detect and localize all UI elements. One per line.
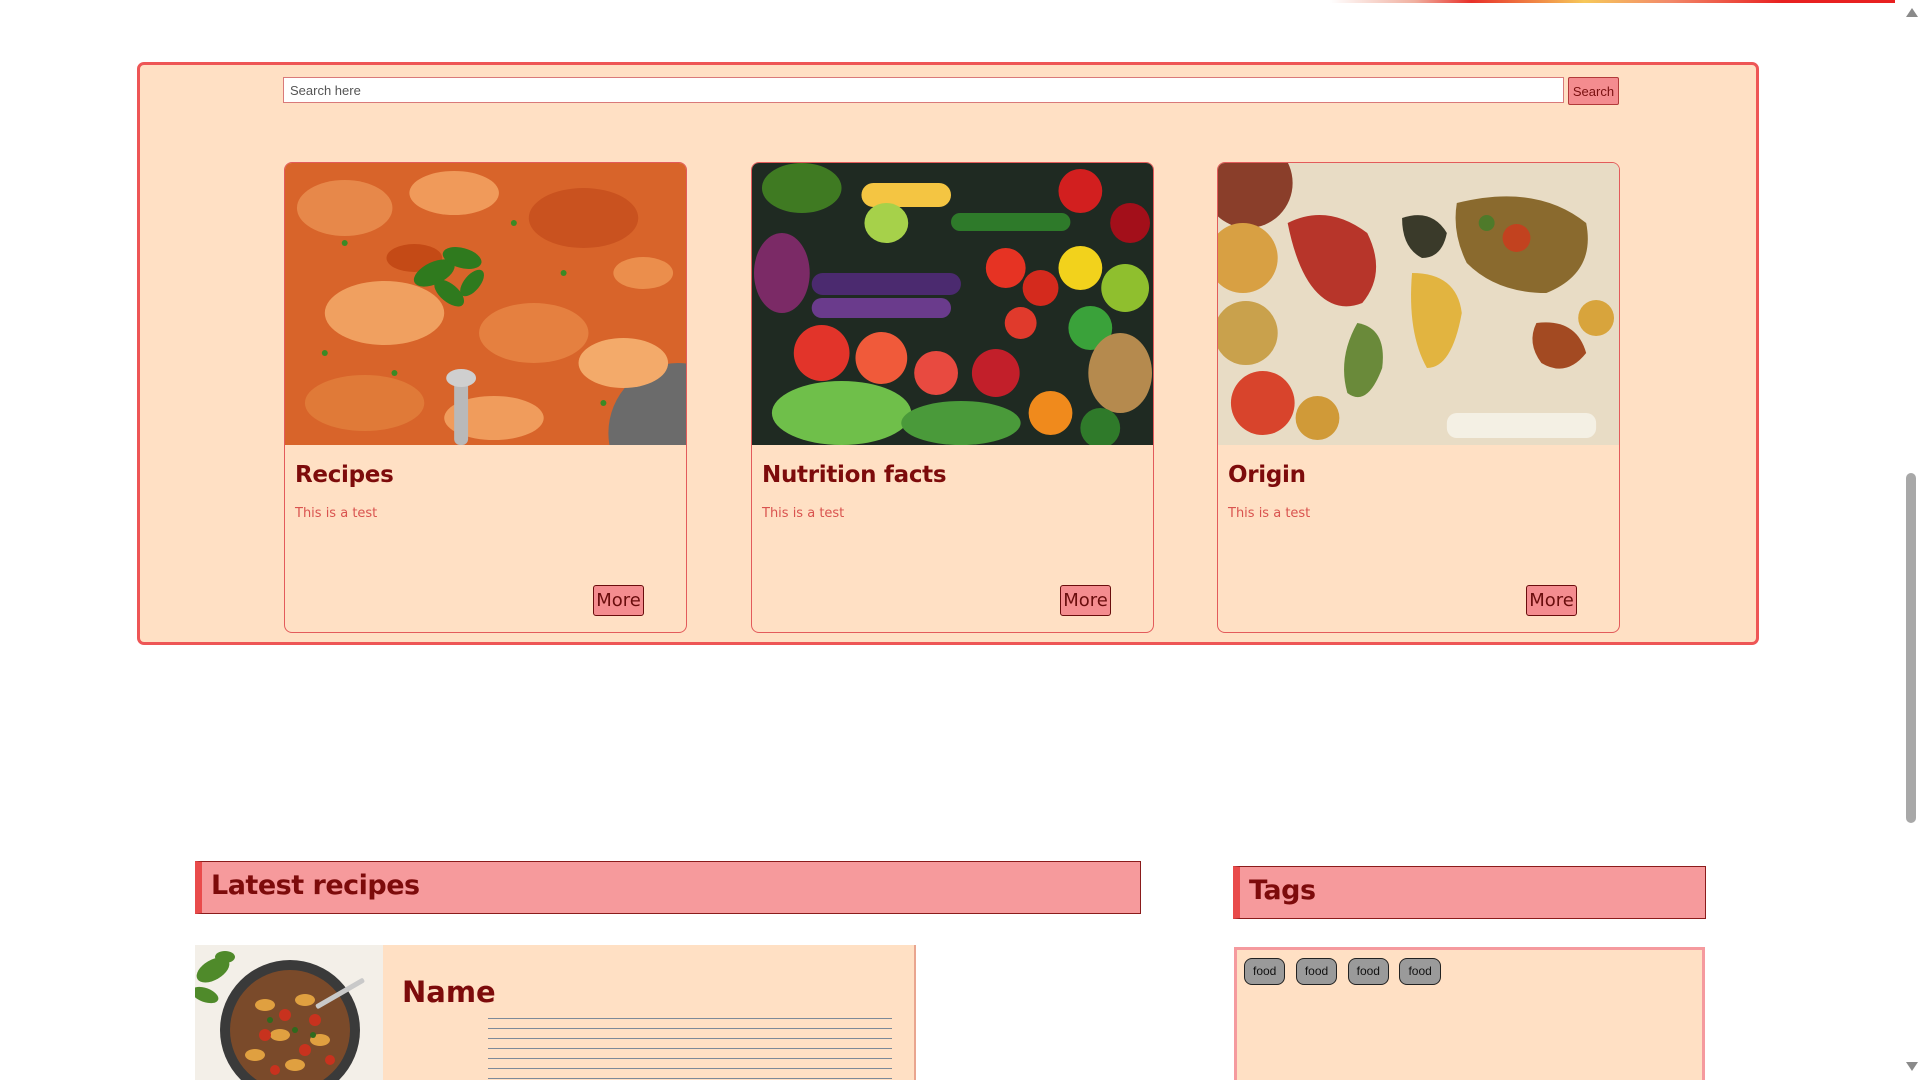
search-button[interactable]: Search (1568, 77, 1619, 105)
card-nutrition-facts: Nutrition facts This is a test More (751, 162, 1154, 633)
recipe-text-placeholder (488, 1018, 892, 1080)
tags-list: food food food food (1244, 958, 1447, 985)
recipes-image (285, 163, 686, 445)
card-origin: Origin This is a test More (1217, 162, 1620, 633)
tags-box: food food food food (1234, 947, 1705, 1080)
card-title: Nutrition facts (762, 462, 947, 488)
card-recipes: Recipes This is a test More (284, 162, 687, 633)
scroll-up-arrow-icon[interactable] (1906, 8, 1918, 17)
more-button[interactable]: More (593, 585, 644, 616)
section-title: Latest recipes (211, 870, 420, 901)
decorative-top-strip (1330, 0, 1895, 3)
tag-chip[interactable]: food (1347, 958, 1389, 985)
scroll-down-arrow-icon[interactable] (1906, 1062, 1918, 1071)
latest-recipes-header: Latest recipes (195, 861, 1141, 914)
more-button[interactable]: More (1526, 585, 1577, 616)
search-input[interactable] (283, 77, 1564, 103)
nutrition-image (752, 163, 1153, 445)
recipe-thumbnail (195, 945, 383, 1080)
origin-image (1218, 163, 1619, 445)
section-title: Tags (1249, 875, 1316, 906)
tags-header: Tags (1233, 866, 1706, 919)
tag-chip[interactable]: food (1399, 958, 1441, 985)
card-description: This is a test (295, 506, 378, 521)
more-button[interactable]: More (1060, 585, 1111, 616)
card-description: This is a test (1228, 506, 1311, 521)
recipe-list-item[interactable]: Name (195, 945, 916, 1080)
feature-panel: Search here Search Recipes This is a tes… (137, 62, 1759, 645)
card-title: Origin (1228, 462, 1306, 488)
vertical-scrollbar[interactable] (1902, 0, 1920, 1080)
card-description: This is a test (762, 506, 845, 521)
recipe-name: Name (402, 975, 496, 1009)
tag-chip[interactable]: food (1295, 958, 1338, 985)
page: Search here Search Recipes This is a tes… (0, 0, 1902, 1080)
scroll-thumb[interactable] (1906, 473, 1916, 823)
tag-chip[interactable]: food (1244, 958, 1286, 985)
card-title: Recipes (295, 462, 394, 488)
